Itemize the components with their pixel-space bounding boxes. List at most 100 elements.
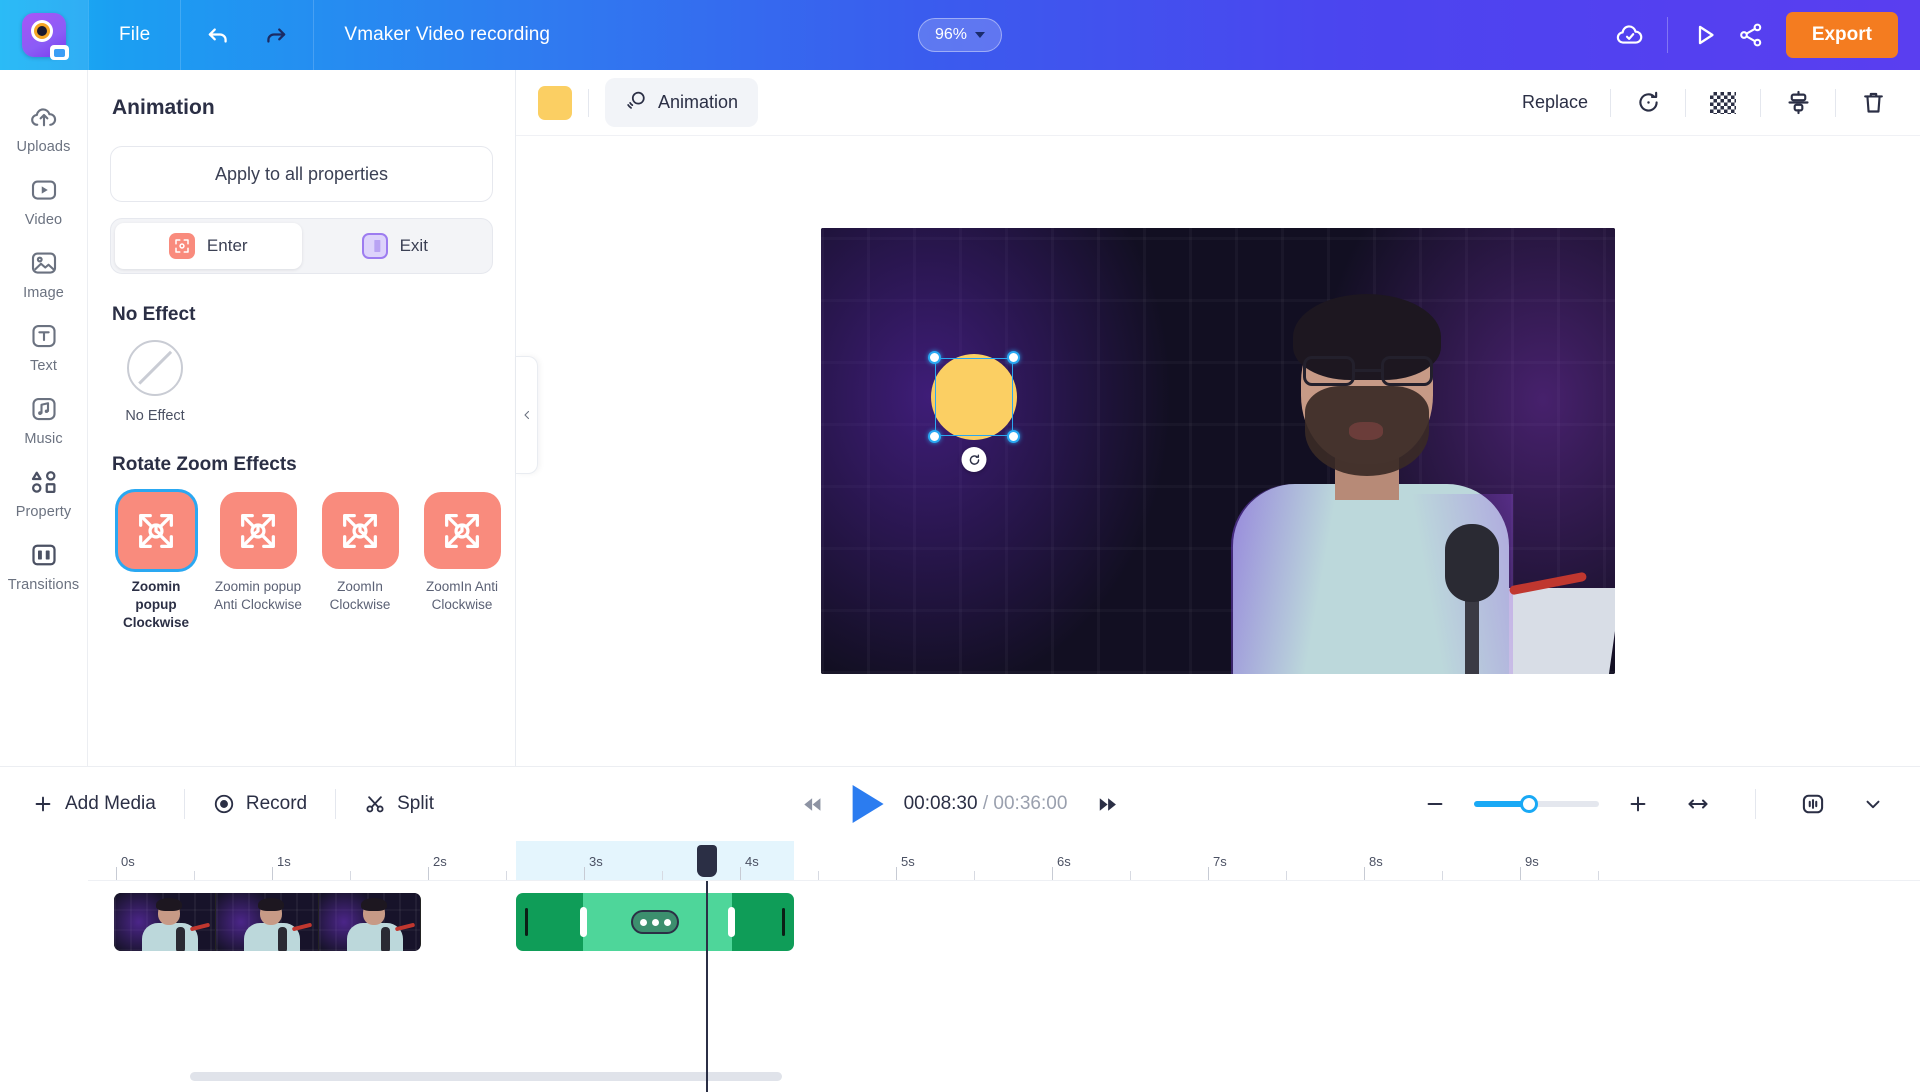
zoom-out-button[interactable] [1414, 783, 1456, 825]
ruler-tick-label: 1s [277, 854, 291, 869]
sidebar-item-transitions[interactable]: Transitions [0, 530, 88, 599]
redo-icon[interactable] [255, 14, 297, 56]
panel-collapse-button[interactable] [516, 356, 538, 474]
timeline-zoom-controls [1414, 783, 1894, 825]
project-title[interactable]: Vmaker Video recording [314, 24, 550, 46]
sidebar-item-label: Uploads [16, 139, 71, 155]
divider [1760, 88, 1761, 117]
sidebar-item-property[interactable]: Property [0, 457, 88, 526]
playhead[interactable] [697, 845, 717, 1092]
effect-zoomin-clockwise[interactable]: ZoomIn Clockwise [314, 492, 406, 631]
fit-width-icon [1688, 799, 1708, 809]
sidebar-item-label: Image [23, 285, 64, 301]
file-menu[interactable]: File [89, 0, 180, 70]
trim-handle-left[interactable] [580, 907, 587, 937]
play-button[interactable] [852, 785, 884, 823]
selected-shape[interactable] [928, 351, 1020, 472]
no-effect-icon [127, 340, 183, 396]
skip-forward-icon[interactable] [1087, 783, 1129, 825]
split-label: Split [397, 793, 435, 814]
left-sidebar: Uploads Video Image Text Music Property … [0, 70, 88, 766]
divider [1755, 789, 1756, 819]
no-effect-section-title: No Effect [112, 304, 196, 325]
top-bar-actions: Export [1609, 0, 1920, 70]
ruler-tick-label: 2s [433, 854, 447, 869]
waveform-button[interactable] [1792, 783, 1834, 825]
cloud-saved-icon[interactable] [1609, 14, 1651, 56]
effect-zoomin-popup-clockwise[interactable]: Zoomin popup Clockwise [110, 492, 202, 631]
editor-body: Uploads Video Image Text Music Property … [0, 70, 1920, 766]
tab-exit-label: Exit [399, 236, 428, 255]
sidebar-item-music[interactable]: Music [0, 384, 88, 453]
scrollbar-thumb[interactable] [190, 1072, 782, 1081]
record-button[interactable]: Record [203, 787, 317, 821]
zoom-level-value: 96% [934, 26, 968, 43]
animation-button[interactable]: Animation [605, 78, 759, 127]
sidebar-item-text[interactable]: Text [0, 311, 88, 380]
timeline: Add Media Record Split 00:08:30 / 00:36:… [0, 766, 1920, 1092]
no-effect-item[interactable]: No Effect [110, 340, 196, 424]
chevron-down-icon [975, 32, 986, 38]
slider-knob[interactable] [1520, 795, 1538, 813]
sidebar-item-image[interactable]: Image [0, 238, 88, 307]
add-media-label: Add Media [65, 793, 156, 814]
video-clip[interactable] [114, 893, 421, 951]
timecode: 00:08:30 / 00:36:00 [904, 793, 1068, 815]
tab-enter[interactable]: Enter [115, 223, 302, 269]
share-icon[interactable] [1730, 14, 1772, 56]
export-button[interactable]: Export [1785, 12, 1898, 58]
preview-play-icon[interactable] [1684, 14, 1726, 56]
split-button[interactable]: Split [354, 787, 444, 821]
undo-icon[interactable] [197, 14, 239, 56]
align-icon[interactable] [1777, 82, 1819, 124]
trim-handle-right[interactable] [728, 907, 735, 937]
effect-zoomin-anti-clockwise[interactable]: ZoomIn Anti Clockwise [416, 492, 508, 631]
ruler-tick-label: 7s [1213, 854, 1227, 869]
timeline-ruler[interactable]: 0s 1s 2s 3s 4s 5s 6s 7s 8s 9s [88, 841, 1920, 881]
time-separator: / [982, 793, 989, 814]
effect-label: ZoomIn Anti Clockwise [425, 579, 499, 612]
video-editor-app: File Vmaker Video recording 96% Export U… [0, 0, 1920, 1092]
delete-icon[interactable] [1852, 82, 1894, 124]
microphone [1441, 524, 1503, 674]
sidebar-item-label: Property [15, 504, 72, 520]
sidebar-item-video[interactable]: Video [0, 165, 88, 234]
ruler-tick-label: 4s [745, 854, 759, 869]
horizontal-scrollbar[interactable] [176, 1072, 1920, 1082]
transparency-icon[interactable] [1702, 82, 1744, 124]
timeline-options-button[interactable] [1852, 783, 1894, 825]
resize-handle-bottom-right[interactable] [1007, 430, 1020, 443]
divider [1610, 88, 1611, 117]
playhead-handle[interactable] [697, 845, 717, 877]
sidebar-item-uploads[interactable]: Uploads [0, 92, 88, 161]
canvas-area[interactable] [516, 136, 1920, 766]
tab-exit[interactable]: Exit [302, 223, 489, 269]
ruler-tick-label: 6s [1057, 854, 1071, 869]
divider [1835, 88, 1836, 117]
skip-backward-icon[interactable] [791, 783, 833, 825]
add-media-button[interactable]: Add Media [22, 787, 166, 821]
divider [183, 789, 185, 819]
zoom-in-button[interactable] [1617, 783, 1659, 825]
ruler-tick-label: 5s [901, 854, 915, 869]
apply-to-all-properties-button[interactable]: Apply to all properties [110, 146, 493, 202]
enter-animation-icon [168, 233, 195, 259]
ruler-tick-label: 0s [121, 854, 135, 869]
clip-menu-icon[interactable] [631, 910, 679, 934]
timeline-tracks[interactable]: pe [88, 845, 1920, 1092]
total-time: 00:36:00 [993, 793, 1068, 814]
app-logo[interactable] [0, 0, 88, 70]
resize-handle-top-left[interactable] [928, 351, 941, 364]
resize-handle-bottom-left[interactable] [928, 430, 941, 443]
timeline-zoom-slider[interactable] [1474, 795, 1599, 813]
rotate-icon[interactable] [1627, 82, 1669, 124]
rotate-handle-icon[interactable] [961, 447, 987, 472]
replace-button[interactable]: Replace [1516, 84, 1594, 121]
fit-width-button[interactable] [1677, 783, 1719, 825]
color-swatch[interactable] [538, 85, 572, 120]
effect-zoomin-popup-anti-clockwise[interactable]: Zoomin popup Anti Clockwise [212, 492, 304, 631]
resize-handle-top-right[interactable] [1007, 351, 1020, 364]
ruler-tick-label: 8s [1369, 854, 1383, 869]
text-clip[interactable]: pe [516, 893, 794, 951]
zoom-level-selector[interactable]: 96% [917, 18, 1003, 52]
